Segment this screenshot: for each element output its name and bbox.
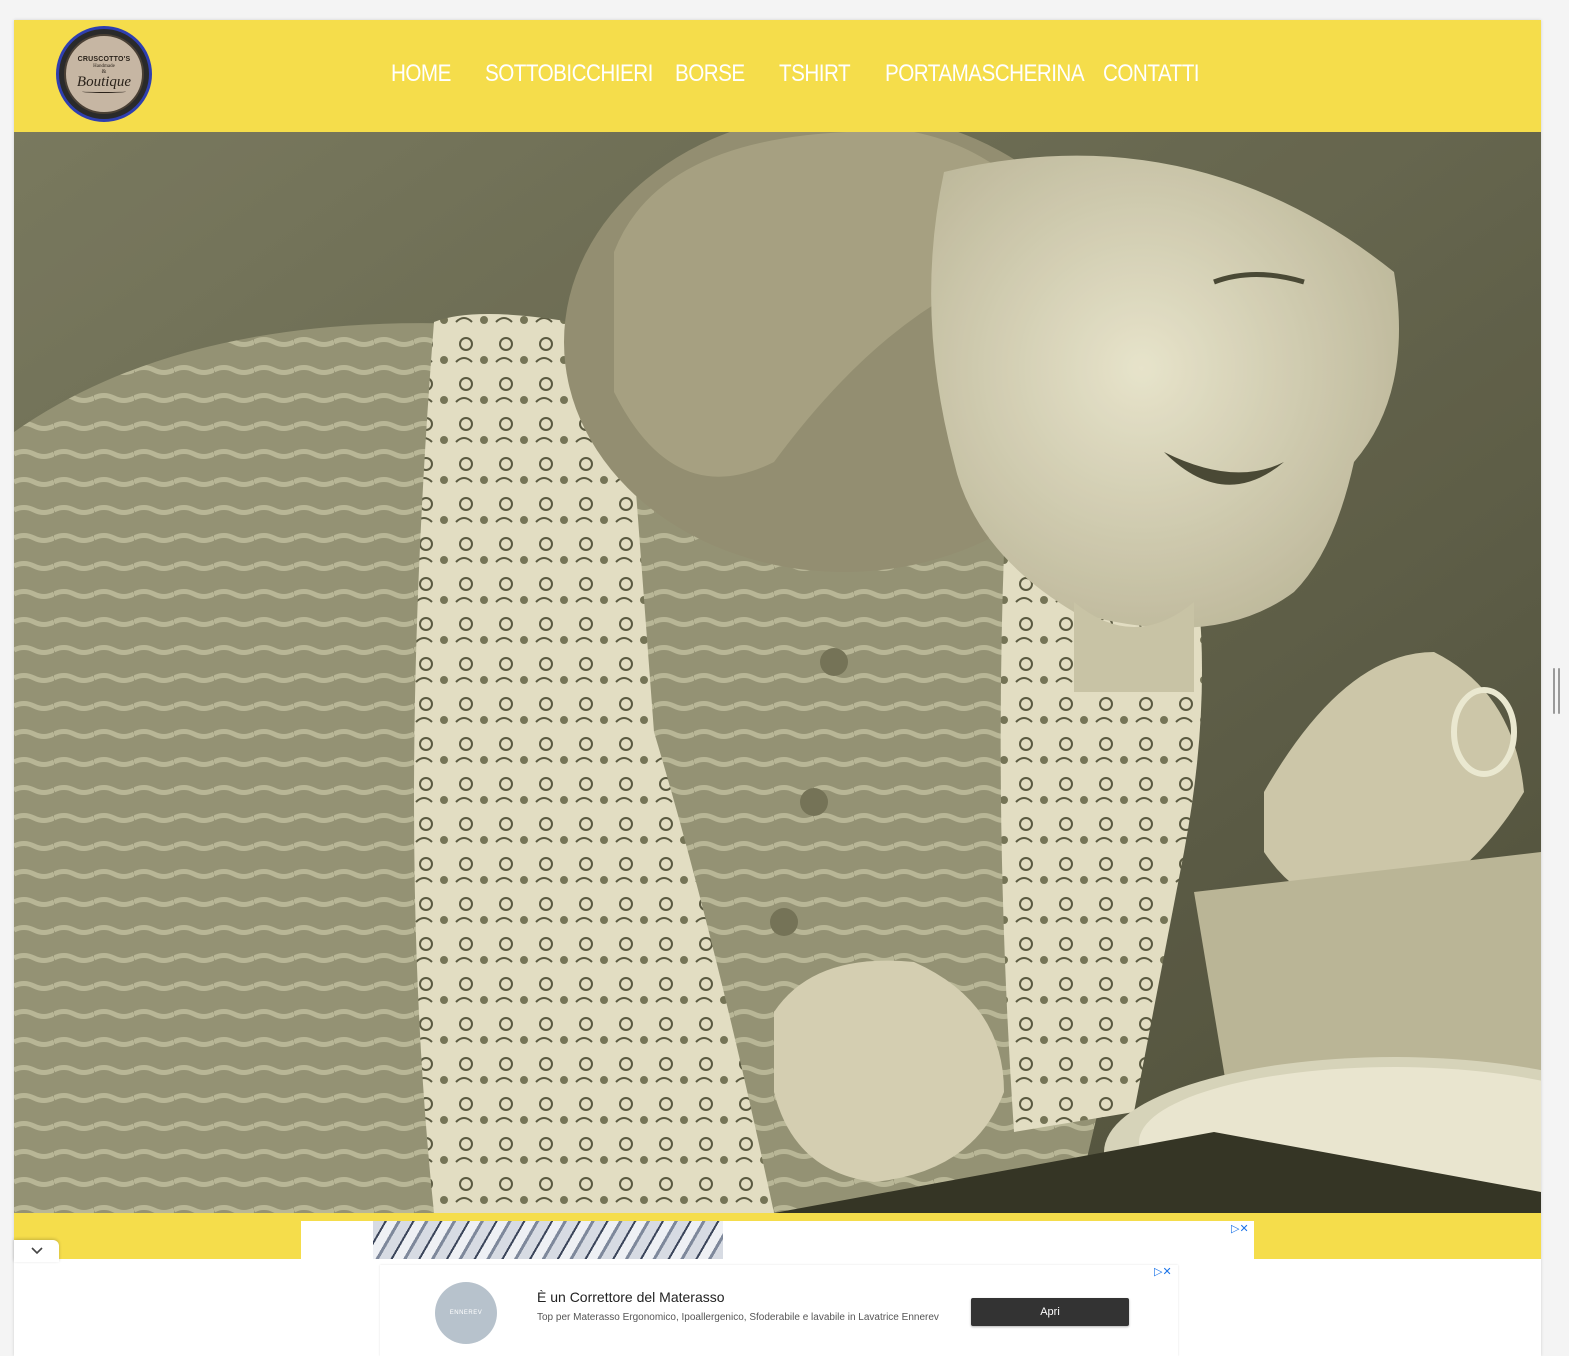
ad-description: Top per Materasso Ergonomico, Ipoallerge… [537,1312,939,1323]
ad-banner-2[interactable]: ENNEREV È un Correttore del Materasso To… [380,1265,1178,1356]
nav-item-sottobicchieri[interactable]: SOTTOBICCHIERI [485,60,653,88]
ad-title[interactable]: È un Correttore del Materasso [537,1289,725,1305]
ad-brand-logo: ENNEREV [435,1282,497,1344]
ad-choices-icon[interactable]: ▷✕ [1154,1265,1172,1278]
ad-choices-icon[interactable]: ▷✕ [1231,1222,1249,1235]
nav-item-contatti[interactable]: CONTATTI [1103,60,1200,88]
ad-banner-1[interactable]: ▷✕ [301,1221,1254,1259]
nav-item-home[interactable]: HOME [391,60,451,88]
hero-image [14,132,1541,1213]
nav-item-tshirt[interactable]: TSHIRT [779,60,851,88]
vintage-woman-photo-icon [14,132,1541,1213]
header-bar: CRUSCOTTO'S Handmade & Boutique HOME SOT… [14,20,1541,132]
main-nav: HOME SOTTOBICCHIERI BORSE TSHIRT PORTAMA… [14,20,1541,132]
ad-banner-1-image [373,1221,723,1259]
nav-item-borse[interactable]: BORSE [675,60,745,88]
nav-item-portamascherina[interactable]: PORTAMASCHERINA [885,60,1085,88]
chevron-down-icon [30,1247,43,1255]
ad-open-button[interactable]: Apri [971,1298,1129,1326]
page: CRUSCOTTO'S Handmade & Boutique HOME SOT… [14,20,1541,1356]
scrollbar-grip-icon[interactable] [1553,668,1563,714]
ad-collapse-toggle[interactable] [14,1240,59,1262]
ad-strip: ▷✕ [14,1213,1541,1259]
